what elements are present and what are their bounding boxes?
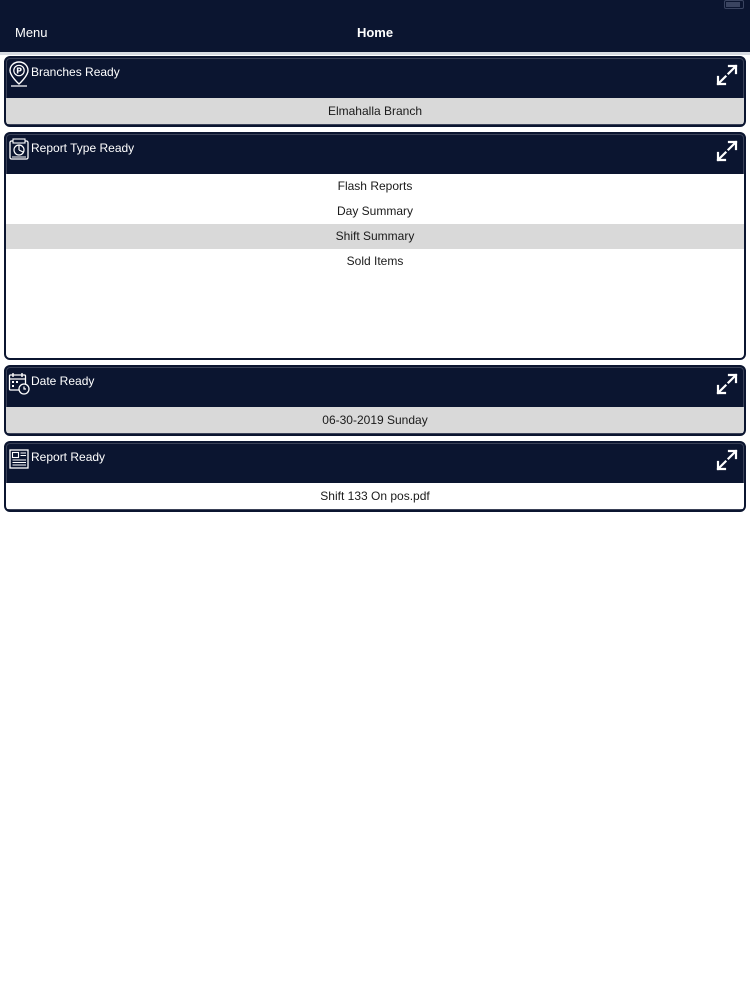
- branches-panel-title: Branches Ready: [31, 65, 120, 79]
- report-type-option[interactable]: Sold Items: [6, 249, 744, 274]
- newspaper-icon: [9, 449, 29, 469]
- date-panel-title: Date Ready: [31, 374, 95, 388]
- report-type-panel: Report Type Ready Flash Reports Day Summ…: [4, 132, 746, 360]
- map-pin-icon: P: [9, 61, 29, 87]
- date-panel-body: 06-30-2019 Sunday: [6, 407, 744, 433]
- report-type-option[interactable]: Flash Reports: [6, 174, 744, 199]
- date-selected-value[interactable]: 06-30-2019 Sunday: [6, 407, 744, 433]
- status-right: [724, 0, 744, 9]
- status-bar: [0, 0, 750, 14]
- report-panel-header[interactable]: Report Ready: [6, 443, 744, 483]
- page-title: Home: [356, 25, 394, 40]
- report-type-list: Flash Reports Day Summary Shift Summary …: [6, 174, 744, 358]
- date-panel: Date Ready 06-30-2019 Sunday: [4, 365, 746, 436]
- expand-icon[interactable]: [716, 373, 738, 395]
- battery-icon: [724, 0, 744, 9]
- report-document-icon: [9, 138, 29, 160]
- branch-selected-value[interactable]: Elmahalla Branch: [6, 98, 744, 124]
- expand-icon[interactable]: [716, 449, 738, 471]
- expand-icon[interactable]: [716, 140, 738, 162]
- report-panel-body: Shift 133 On pos.pdf: [6, 483, 744, 509]
- branches-panel-body: Elmahalla Branch: [6, 98, 744, 124]
- branches-panel-header[interactable]: P Branches Ready: [6, 58, 744, 98]
- calendar-clock-icon: [8, 373, 30, 395]
- report-type-panel-header[interactable]: Report Type Ready: [6, 134, 744, 174]
- report-type-panel-title: Report Type Ready: [31, 141, 135, 155]
- report-panel: Report Ready Shift 133 On pos.pdf: [4, 441, 746, 512]
- report-file[interactable]: Shift 133 On pos.pdf: [6, 483, 744, 509]
- branches-panel: P Branches Ready Elmahalla Branch: [4, 56, 746, 127]
- report-type-option-selected[interactable]: Shift Summary: [6, 224, 744, 249]
- nav-divider: [0, 52, 750, 55]
- nav-bar: Menu Home: [0, 14, 750, 52]
- expand-icon[interactable]: [716, 64, 738, 86]
- svg-text:P: P: [16, 67, 22, 76]
- report-type-option[interactable]: Day Summary: [6, 199, 744, 224]
- date-panel-header[interactable]: Date Ready: [6, 367, 744, 407]
- report-panel-title: Report Ready: [31, 450, 106, 464]
